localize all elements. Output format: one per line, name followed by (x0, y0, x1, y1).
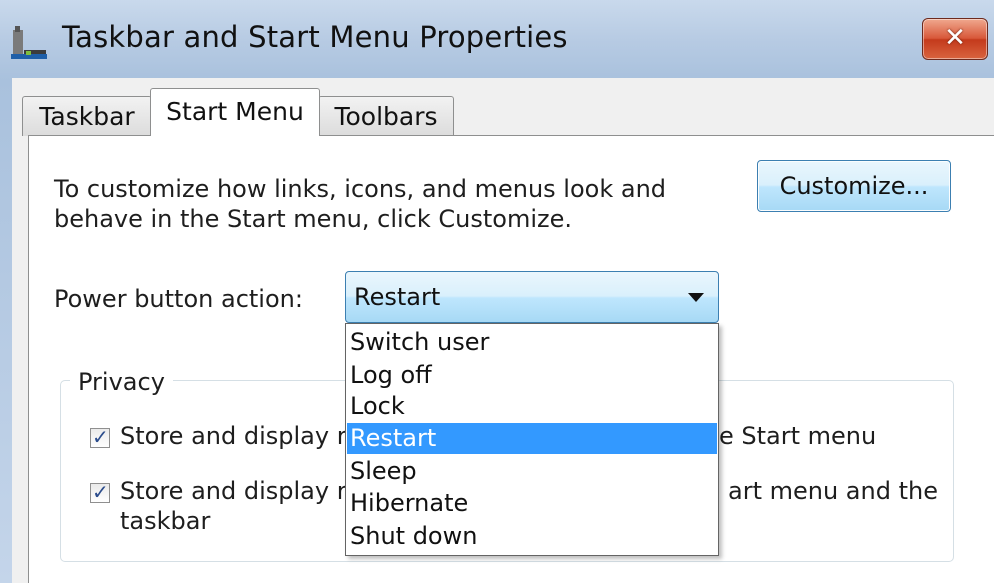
option-lock[interactable]: Lock (347, 391, 717, 422)
window: Taskbar and Start Menu Properties ✕ Task… (0, 0, 994, 583)
close-icon: ✕ (944, 23, 966, 53)
privacy-checkbox-items-label-right: art menu and the (728, 477, 938, 505)
privacy-checkbox-programs-label-left: Store and display r (120, 422, 347, 450)
power-options-dropdown: Switch user Log off Lock Restart Sleep H… (345, 323, 719, 556)
checkmark-icon: ✓ (92, 480, 109, 504)
privacy-checkbox-items[interactable]: ✓ (90, 480, 110, 504)
option-switch-user[interactable]: Switch user (347, 327, 717, 358)
power-select-value: Restart (354, 283, 441, 311)
tab-taskbar[interactable]: Taskbar (22, 96, 152, 136)
tab-taskbar-label: Taskbar (39, 102, 135, 131)
option-sleep[interactable]: Sleep (347, 456, 717, 487)
tab-start-menu-label: Start Menu (166, 97, 304, 126)
option-restart[interactable]: Restart (347, 423, 717, 454)
customize-description: To customize how links, icons, and menus… (54, 174, 694, 234)
tab-strip: Taskbar Start Menu Toolbars (12, 88, 994, 136)
privacy-checkbox-programs-label-right: e Start menu (719, 422, 877, 450)
title-bar[interactable]: Taskbar and Start Menu Properties ✕ (0, 0, 994, 78)
chevron-down-icon (688, 293, 704, 302)
option-shut-down[interactable]: Shut down (347, 521, 717, 552)
privacy-checkbox-items-label-left: Store and display r (120, 477, 347, 505)
window-title: Taskbar and Start Menu Properties (62, 20, 568, 54)
description-line-2: behave in the Start menu, click Customiz… (54, 205, 572, 233)
privacy-checkbox-items-label-line2: taskbar (120, 507, 211, 535)
option-hibernate[interactable]: Hibernate (347, 488, 717, 519)
tab-start-menu[interactable]: Start Menu (150, 88, 320, 136)
power-button-action-label: Power button action: (54, 285, 303, 313)
taskbar-icon (11, 26, 47, 59)
tab-toolbars-label: Toolbars (334, 102, 438, 131)
checkmark-icon: ✓ (92, 425, 109, 449)
close-button[interactable]: ✕ (922, 18, 988, 60)
option-log-off[interactable]: Log off (347, 360, 717, 391)
customize-button[interactable]: Customize... (757, 160, 951, 212)
tab-toolbars[interactable]: Toolbars (318, 96, 454, 136)
privacy-legend: Privacy (70, 368, 173, 396)
power-button-action-select[interactable]: Restart (345, 271, 719, 323)
description-line-1: To customize how links, icons, and menus… (54, 175, 667, 203)
privacy-checkbox-programs[interactable]: ✓ (90, 425, 110, 449)
